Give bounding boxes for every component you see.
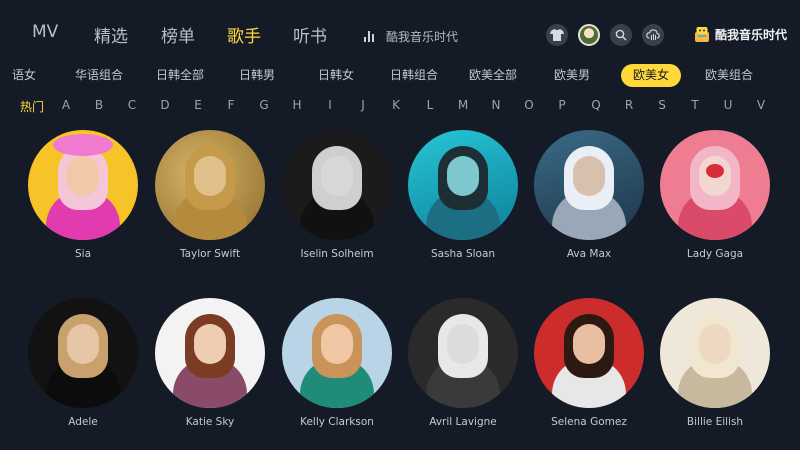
artist-photo: [155, 298, 265, 408]
letter-k[interactable]: K: [392, 98, 400, 112]
artist-card[interactable]: Taylor Swift: [150, 130, 270, 260]
category-item[interactable]: 日韩全部: [144, 64, 216, 87]
artist-name: Lady Gaga: [686, 248, 744, 260]
brand[interactable]: 酷我音乐时代: [693, 25, 787, 43]
tab-featured[interactable]: 精选: [94, 22, 128, 47]
artist-photo: [282, 130, 392, 240]
letter-index: 热门 A B C D E F G H I J K L M N O P Q R S T U V: [0, 98, 800, 116]
artist-photo: [408, 298, 518, 408]
letter-n[interactable]: N: [492, 98, 501, 112]
letter-m[interactable]: M: [458, 98, 468, 112]
tab-charts[interactable]: 榜单: [161, 22, 195, 47]
category-item[interactable]: 日韩组合: [378, 64, 450, 87]
artist-card[interactable]: Billie Eilish: [655, 298, 775, 428]
letter-j[interactable]: J: [361, 98, 365, 112]
letter-t[interactable]: T: [691, 98, 698, 112]
category-item[interactable]: 欧美组合: [693, 64, 765, 87]
artist-card[interactable]: Avril Lavigne: [403, 298, 523, 428]
artist-name: Kelly Clarkson: [300, 416, 374, 428]
letter-p[interactable]: P: [558, 98, 565, 112]
letter-o[interactable]: O: [524, 98, 533, 112]
equalizer-icon: [364, 31, 374, 42]
letter-r[interactable]: R: [625, 98, 633, 112]
artist-card[interactable]: Sasha Sloan: [403, 130, 523, 260]
artist-card[interactable]: Katie Sky: [150, 298, 270, 428]
category-bar: 语女 华语组合 日韩全部 日韩男 日韩女 日韩组合 欧美全部 欧美男 欧美女 欧…: [0, 64, 800, 88]
artist-photo: [28, 130, 138, 240]
cloud-music-icon[interactable]: [642, 24, 664, 46]
category-item[interactable]: 欧美全部: [457, 64, 529, 87]
artist-card[interactable]: Lady Gaga: [655, 130, 775, 260]
letter-i[interactable]: I: [328, 98, 332, 112]
tab-audiobooks[interactable]: 听书: [293, 22, 327, 47]
artist-photo: [408, 130, 518, 240]
letter-d[interactable]: D: [160, 98, 169, 112]
tab-singers[interactable]: 歌手: [227, 22, 261, 47]
artist-card[interactable]: Kelly Clarkson: [277, 298, 397, 428]
letter-a[interactable]: A: [62, 98, 70, 112]
category-item[interactable]: 日韩女: [306, 64, 366, 87]
category-item[interactable]: 欧美男: [542, 64, 602, 87]
artist-photo: [534, 130, 644, 240]
artist-card[interactable]: Ava Max: [529, 130, 649, 260]
letter-l[interactable]: L: [427, 98, 434, 112]
letter-g[interactable]: G: [259, 98, 268, 112]
artist-card[interactable]: Selena Gomez: [529, 298, 649, 428]
artist-name: Selena Gomez: [551, 416, 627, 428]
artist-photo: [28, 298, 138, 408]
letter-e[interactable]: E: [194, 98, 202, 112]
letter-q[interactable]: Q: [591, 98, 600, 112]
tshirt-icon[interactable]: [546, 24, 568, 46]
artist-name: Iselin Solheim: [300, 248, 374, 260]
top-nav: MV 精选 榜单 歌手 听书 酷我音乐时代 酷我音乐时代: [0, 0, 800, 60]
letter-b[interactable]: B: [95, 98, 103, 112]
artist-photo: [660, 130, 770, 240]
category-item[interactable]: 华语组合: [63, 64, 135, 87]
tab-mv[interactable]: MV: [32, 22, 58, 42]
letter-f[interactable]: F: [228, 98, 235, 112]
artist-name: Sia: [74, 248, 92, 260]
artist-photo: [660, 298, 770, 408]
artist-name: Sasha Sloan: [430, 248, 496, 260]
letter-s[interactable]: S: [658, 98, 666, 112]
artist-name: Billie Eilish: [686, 416, 744, 428]
brand-logo-icon: [693, 25, 711, 43]
category-item[interactable]: 语女: [12, 64, 36, 87]
artist-card[interactable]: Adele: [23, 298, 143, 428]
artist-name: Ava Max: [566, 248, 612, 260]
category-item[interactable]: 日韩男: [227, 64, 287, 87]
search-icon[interactable]: [610, 24, 632, 46]
now-playing[interactable]: 酷我音乐时代: [364, 28, 458, 45]
artist-name: Katie Sky: [185, 416, 235, 428]
letter-c[interactable]: C: [128, 98, 136, 112]
category-item-active[interactable]: 欧美女: [620, 64, 682, 87]
letter-hot[interactable]: 热门: [20, 98, 44, 115]
artist-card[interactable]: Sia: [23, 130, 143, 260]
artist-photo: [282, 298, 392, 408]
now-playing-title: 酷我音乐时代: [386, 30, 459, 44]
artist-card[interactable]: Iselin Solheim: [277, 130, 397, 260]
letter-v[interactable]: V: [757, 98, 765, 112]
artist-name: Adele: [68, 416, 98, 428]
brand-name: 酷我音乐时代: [715, 27, 788, 42]
artist-photo: [534, 298, 644, 408]
letter-u[interactable]: U: [724, 98, 733, 112]
artist-name: Taylor Swift: [179, 248, 241, 260]
letter-h[interactable]: H: [292, 98, 301, 112]
artist-photo: [155, 130, 265, 240]
user-avatar[interactable]: [578, 24, 600, 46]
artist-name: Avril Lavigne: [429, 416, 497, 428]
